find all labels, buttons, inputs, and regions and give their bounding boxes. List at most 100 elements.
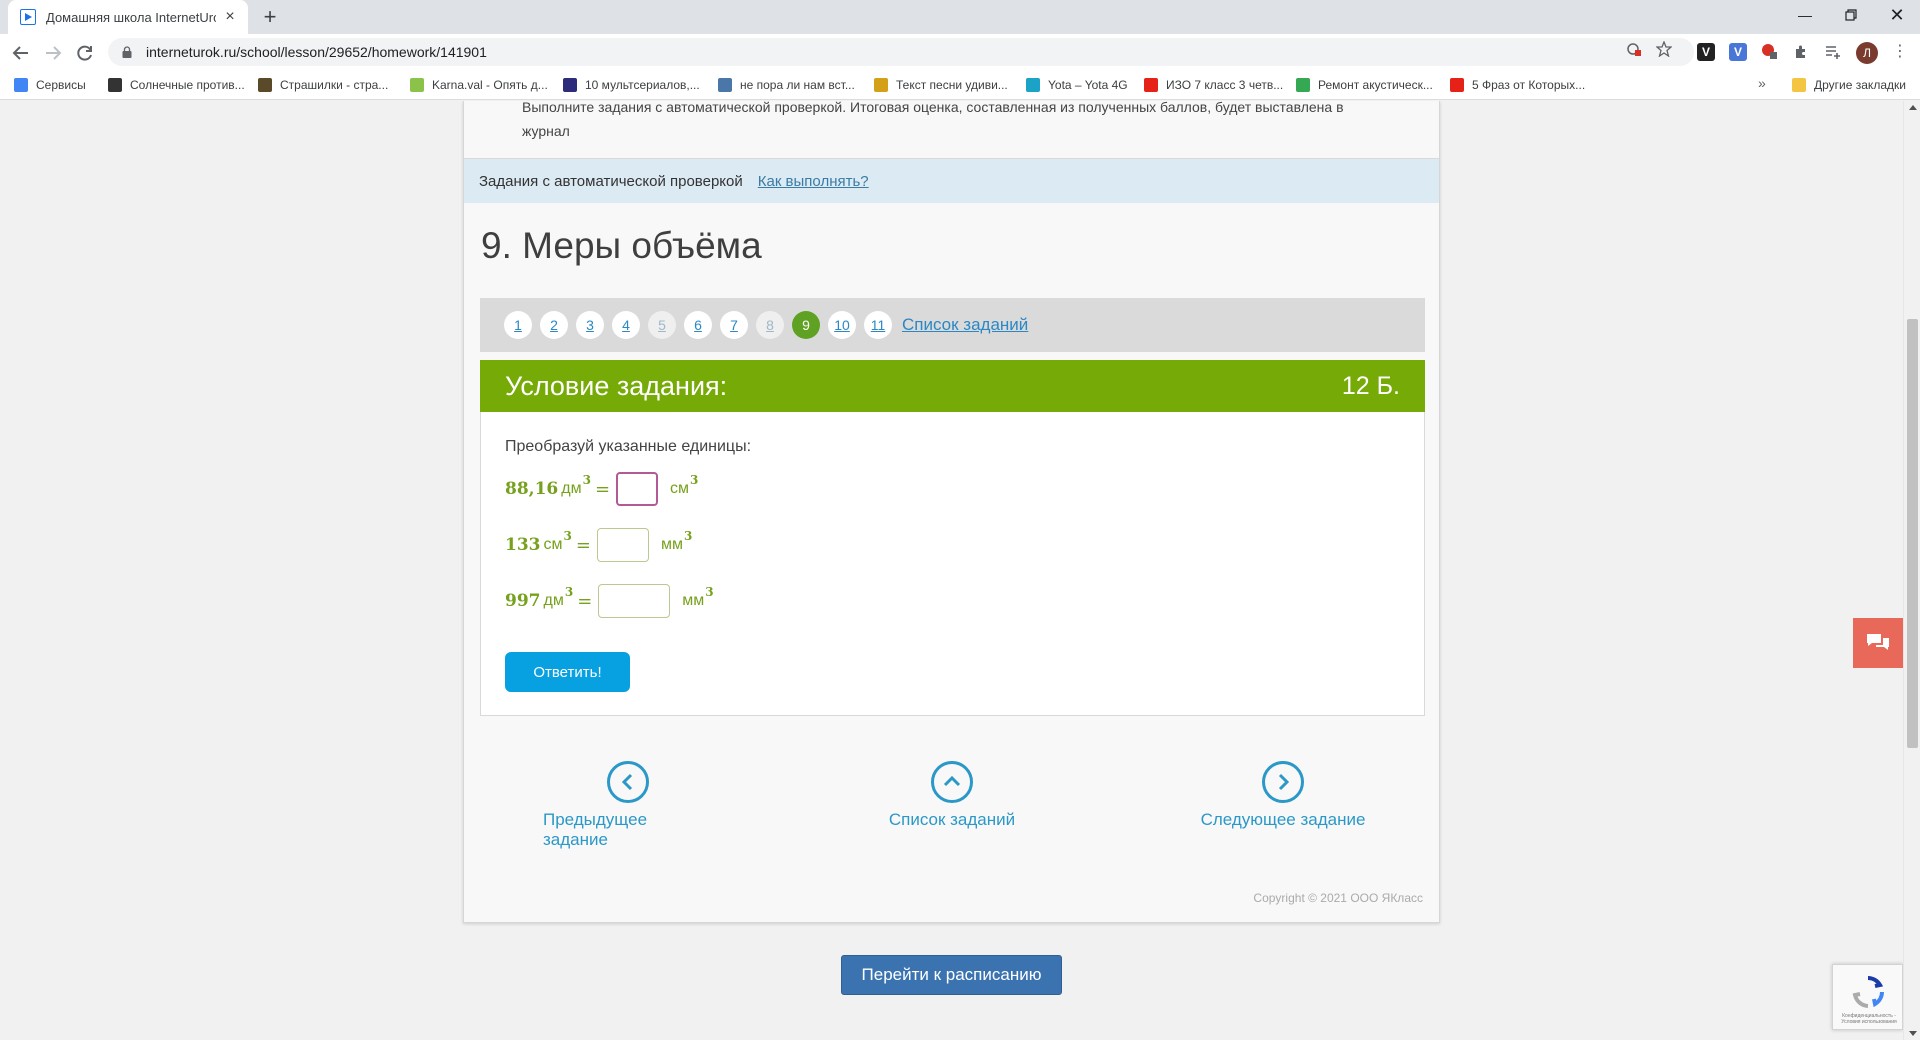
equation-value: 133	[505, 535, 541, 555]
other-bookmarks[interactable]: Другие закладки	[1792, 77, 1906, 93]
exponent: 3	[564, 585, 574, 599]
extension-shield-icon[interactable]	[1761, 43, 1777, 59]
chat-button[interactable]	[1853, 618, 1903, 668]
page-viewport: Выполните задания с автоматической прове…	[0, 101, 1903, 1040]
minimize-icon[interactable]: —	[1782, 0, 1828, 30]
equals-sign: =	[577, 590, 593, 612]
bookmark-item[interactable]: не пора ли нам вст...	[718, 77, 855, 93]
reading-list-icon[interactable]	[1825, 44, 1841, 60]
bookmark-item[interactable]: Yota – Yota 4G	[1026, 77, 1128, 93]
bookmark-label: не пора ли нам вст...	[740, 78, 855, 92]
bookmark-label: Страшилки - стра...	[280, 78, 389, 92]
target-unit: мм	[660, 536, 683, 553]
equation-row: 88,16 дм 3 = см 3	[505, 472, 698, 506]
bookmark-item[interactable]: 5 Фраз от Которых...	[1450, 77, 1585, 93]
equals-sign: =	[594, 478, 611, 500]
schedule-button[interactable]: Перейти к расписанию	[841, 955, 1062, 995]
task-number-6[interactable]: 6	[684, 311, 712, 339]
bookmark-favicon-icon	[874, 78, 888, 92]
next-task-link[interactable]: Следующее задание	[1198, 761, 1368, 830]
task-number-7[interactable]: 7	[720, 311, 748, 339]
reload-icon[interactable]	[72, 40, 98, 66]
more-bookmarks-icon[interactable]: »	[1758, 75, 1766, 91]
bookmark-favicon-icon	[718, 78, 732, 92]
task-number-8[interactable]: 8	[756, 311, 784, 339]
browser-tab[interactable]: Домашняя школа InternetUrok.ru ×	[8, 0, 248, 34]
tab-title: Домашняя школа InternetUrok.ru	[46, 9, 216, 25]
new-tab-icon[interactable]: +	[258, 6, 282, 30]
task-number-10[interactable]: 10	[828, 311, 856, 339]
task-list-nav[interactable]: Список заданий	[877, 761, 1027, 830]
task-number-3[interactable]: 3	[576, 311, 604, 339]
target-unit: см	[670, 480, 690, 497]
bookmark-favicon-icon	[258, 78, 272, 92]
equation-row: 133 см 3 = мм 3	[505, 528, 692, 562]
how-to-link[interactable]: Как выполнять?	[758, 173, 869, 190]
task-number-4[interactable]: 4	[612, 311, 640, 339]
page-scrollbar[interactable]	[1903, 101, 1920, 1040]
instruction: Преобразуй указанные единицы:	[505, 438, 752, 455]
chevron-left-icon	[607, 761, 649, 803]
scroll-up-icon[interactable]	[1909, 105, 1917, 110]
recaptcha-text: Конфиденциальность - Условия использован…	[1841, 1013, 1897, 1025]
task-number-11[interactable]: 11	[864, 311, 892, 339]
task-number-9[interactable]: 9	[792, 311, 820, 339]
chevron-up-icon	[931, 761, 973, 803]
address-bar[interactable]: interneturok.ru/school/lesson/29652/home…	[108, 38, 1694, 66]
task-list-link[interactable]: Список заданий	[902, 315, 1028, 335]
task-pagination: 1 2 3 4 5 6 7 8 9 10 11 Список заданий	[480, 298, 1425, 352]
exponent: 3	[690, 473, 699, 487]
menu-kebab-icon[interactable]: ⋮	[1892, 42, 1908, 62]
intro-text: Выполните задания с автоматической прове…	[522, 101, 1344, 139]
close-window-icon[interactable]: ✕	[1874, 0, 1920, 30]
task-number-2[interactable]: 2	[540, 311, 568, 339]
homework-card: Выполните задания с автоматической прове…	[463, 101, 1440, 923]
url-text: interneturok.ru/school/lesson/29652/home…	[146, 44, 487, 60]
prev-task-link[interactable]: Предыдущее задание	[543, 761, 713, 850]
lock-icon	[122, 46, 132, 58]
bookmark-label: 10 мультсериалов,...	[585, 78, 700, 92]
extension-v-blue-icon[interactable]: V	[1729, 43, 1747, 61]
bookmark-favicon-icon	[1296, 78, 1310, 92]
condition-title: Условие задания:	[505, 370, 728, 401]
copyright: Copyright © 2021 ООО ЯКласс	[1253, 891, 1423, 905]
scroll-down-icon[interactable]	[1909, 1031, 1917, 1036]
play-icon	[20, 9, 36, 25]
bookmark-item[interactable]: ИЗО 7 класс 3 четв...	[1144, 77, 1283, 93]
answer-input[interactable]	[598, 584, 671, 618]
task-number-5[interactable]: 5	[648, 311, 676, 339]
target-unit: мм	[682, 592, 705, 609]
close-tab-icon[interactable]: ×	[222, 9, 238, 25]
condition-body: Преобразуй указанные единицы: 88,16 дм 3…	[480, 412, 1425, 716]
scroll-thumb[interactable]	[1907, 319, 1918, 748]
back-icon[interactable]	[8, 40, 34, 66]
bookmark-favicon-icon	[108, 78, 122, 92]
bookmark-item[interactable]: Karna.val - Опять д...	[410, 77, 548, 93]
bookmark-item[interactable]: Сервисы	[14, 77, 86, 93]
bookmark-item[interactable]: 10 мультсериалов,...	[563, 77, 700, 93]
bookmark-item[interactable]: Страшилки - стра...	[258, 77, 388, 93]
extension-v-dark-icon[interactable]: V	[1697, 43, 1715, 61]
equation-unit: дм	[561, 480, 582, 497]
task-number-1[interactable]: 1	[504, 311, 532, 339]
answer-button[interactable]: Ответить!	[505, 652, 630, 692]
bookmark-item[interactable]: Солнечные против...	[108, 77, 245, 93]
forward-icon[interactable]	[40, 40, 66, 66]
profile-avatar[interactable]: Л	[1856, 42, 1878, 64]
bookmark-item[interactable]: Текст песни удиви...	[874, 77, 1008, 93]
bookmark-favicon-icon	[410, 78, 424, 92]
bookmark-favicon-icon	[1450, 78, 1464, 92]
bookmark-star-icon[interactable]	[1656, 41, 1672, 57]
answer-input[interactable]	[596, 528, 649, 562]
bookmark-item[interactable]: Ремонт акустическ...	[1296, 77, 1433, 93]
equation-unit: см	[543, 536, 563, 553]
restore-icon[interactable]	[1828, 0, 1874, 30]
chat-icon	[1867, 634, 1889, 650]
bookmark-favicon-icon	[14, 78, 28, 92]
extensions-puzzle-icon[interactable]	[1793, 44, 1809, 60]
bookmark-label: Сервисы	[36, 78, 86, 92]
answer-input[interactable]	[616, 472, 659, 506]
recaptcha-badge[interactable]: Конфиденциальность - Условия использован…	[1832, 964, 1903, 1030]
equation-value: 997	[505, 591, 541, 611]
translate-blocked-icon[interactable]	[1626, 41, 1642, 57]
